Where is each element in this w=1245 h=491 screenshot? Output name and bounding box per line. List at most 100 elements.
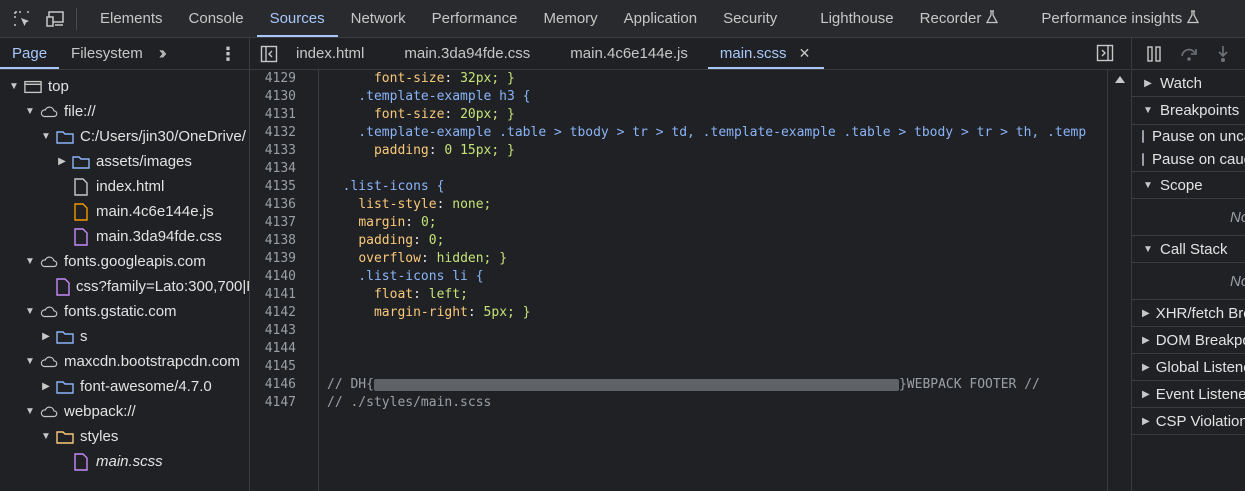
css-value: 32px; }: [460, 71, 515, 86]
debugger-controls: [1132, 38, 1245, 70]
section-label: Scope: [1160, 176, 1203, 194]
call-stack-empty: Not paused: [1132, 263, 1245, 300]
line-number: 4135: [264, 179, 296, 194]
file-tab[interactable]: main.3da94fde.css: [384, 38, 550, 69]
expand-triangle-icon: ▼: [1143, 105, 1153, 116]
css-value: 5px; }: [483, 305, 531, 320]
css-property: font-size: [373, 71, 445, 86]
tab-filesystem[interactable]: Filesystem: [59, 38, 155, 69]
section-scope[interactable]: ▼ Scope: [1132, 172, 1245, 199]
tab-recorder-label: Recorder: [919, 10, 982, 27]
cloud-icon: [40, 403, 58, 421]
section-call-stack[interactable]: ▼ Call Stack: [1132, 236, 1245, 263]
section-label: DOM Breakpoints: [1155, 331, 1245, 349]
tree-item-file[interactable]: main.scss: [0, 449, 249, 474]
section-dom-breakpoints[interactable]: ▶ DOM Breakpoints: [1132, 327, 1245, 354]
collapse-triangle-icon: ▶: [1142, 361, 1150, 373]
code-line: .template-example .table > tbody > tr > …: [327, 125, 1087, 140]
code-line: .template-example h3 {: [327, 89, 531, 104]
pause-icon[interactable]: [1142, 44, 1166, 64]
section-label: CSP Violation Breakpoints: [1155, 412, 1245, 430]
toggle-navigator-icon[interactable]: [260, 45, 278, 63]
tree-item-origin[interactable]: ▼ fonts.googleapis.com: [0, 249, 249, 274]
more-tabs-chevron-icon[interactable]: ››: [155, 43, 167, 64]
line-number: 4132: [264, 125, 296, 140]
tab-page[interactable]: Page: [0, 38, 60, 69]
tree-item-folder[interactable]: ▶ assets/images: [0, 149, 249, 174]
experimental-flask-icon: [1187, 9, 1200, 28]
tree-item-label: main.scss: [96, 453, 163, 470]
code-line: margin: 0;: [358, 215, 437, 230]
checkbox[interactable]: [1142, 153, 1144, 166]
collapse-triangle-icon: ▶: [1142, 388, 1150, 400]
line-number: 4140: [264, 269, 296, 284]
tree-item-folder[interactable]: ▶ font-awesome/4.7.0: [0, 374, 249, 399]
section-xhr-breakpoints[interactable]: ▶ XHR/fetch Breakpoints: [1132, 300, 1245, 327]
line-number: 4144: [264, 341, 296, 356]
tree-item-folder[interactable]: ▶ s: [0, 324, 249, 349]
collapse-triangle-icon: ▶: [1144, 77, 1152, 89]
folder-icon: [72, 153, 90, 171]
device-toolbar-icon[interactable]: [46, 9, 66, 29]
inspect-element-icon[interactable]: [12, 9, 32, 29]
file-tab[interactable]: main.4c6e144e.js: [550, 38, 708, 69]
section-breakpoints[interactable]: ▼ Breakpoints: [1132, 97, 1245, 124]
comment-suffix: }WEBPACK FOOTER //: [898, 377, 1040, 392]
tree-item-origin[interactable]: ▼ webpack://: [0, 399, 249, 424]
collapse-triangle-icon: ▶: [42, 331, 50, 342]
toggle-debugger-icon[interactable]: [1096, 44, 1114, 62]
vertical-scrollbar[interactable]: [1107, 70, 1130, 491]
tree-item-file[interactable]: main.4c6e144e.js: [0, 199, 249, 224]
collapse-triangle-icon: ▶: [42, 381, 50, 392]
css-property: padding: [358, 233, 414, 248]
tree-item-origin[interactable]: ▼ fonts.gstatic.com: [0, 299, 249, 324]
checkbox[interactable]: [1142, 130, 1144, 143]
close-tab-icon[interactable]: ✕: [799, 45, 811, 62]
step-over-icon[interactable]: [1177, 44, 1201, 64]
tab-memory[interactable]: Memory: [531, 0, 611, 37]
css-property: margin: [358, 215, 406, 230]
tree-item-folder[interactable]: ▼ C:/Users/jin30/OneDrive/: [0, 124, 249, 149]
tab-application[interactable]: Application: [611, 0, 710, 37]
section-watch[interactable]: ▶ Watch: [1132, 70, 1245, 97]
tab-security[interactable]: Security: [710, 0, 790, 37]
expand-triangle-icon: ▼: [25, 256, 35, 267]
code-area[interactable]: 4129 4130 4131 4132 4133 4134 4135 4136 …: [250, 70, 1130, 491]
line-number: 4138: [264, 233, 296, 248]
tree-item-top[interactable]: ▼ top: [0, 74, 249, 99]
tab-elements[interactable]: Elements: [87, 0, 176, 37]
tab-network[interactable]: Network: [338, 0, 419, 37]
file-tab[interactable]: index.html: [286, 38, 384, 69]
line-number: 4147: [264, 395, 296, 410]
section-global-listeners[interactable]: ▶ Global Listeners: [1132, 354, 1245, 381]
more-options-icon[interactable]: ⋮: [219, 44, 237, 65]
tree-item-label: s: [80, 328, 88, 345]
tree-item-file[interactable]: css?family=Lato:300,700|F: [0, 274, 249, 299]
section-csp-violation-breakpoints[interactable]: ▶ CSP Violation Breakpoints: [1132, 408, 1245, 435]
tab-performance-insights-label: Performance insights: [1041, 10, 1183, 27]
tree-item-origin[interactable]: ▼ file://: [0, 99, 249, 124]
tree-item-origin[interactable]: ▼ maxcdn.bootstrapcdn.com: [0, 349, 249, 374]
tree-item-file[interactable]: index.html: [0, 174, 249, 199]
tab-recorder[interactable]: Recorder: [907, 0, 1012, 37]
scroll-up-arrow-icon[interactable]: [1115, 76, 1125, 83]
step-into-icon[interactable]: [1211, 44, 1235, 64]
pause-caught-checkbox[interactable]: Pause on caught exceptions: [1132, 148, 1245, 172]
tree-item-file[interactable]: main.3da94fde.css: [0, 224, 249, 249]
tab-performance[interactable]: Performance: [419, 0, 531, 37]
tree-item-folder[interactable]: ▼ styles: [0, 424, 249, 449]
pause-uncaught-checkbox[interactable]: Pause on uncaught exceptions: [1132, 124, 1245, 148]
file-tab-active[interactable]: main.scss ✕: [707, 38, 825, 69]
cloud-icon: [40, 253, 58, 271]
tab-performance-insights[interactable]: Performance insights: [1011, 0, 1212, 37]
code-line: .list-icons li {: [327, 269, 484, 284]
line-number: 4136: [264, 197, 296, 212]
tab-console[interactable]: Console: [176, 0, 257, 37]
tab-lighthouse[interactable]: Lighthouse: [790, 0, 906, 37]
section-event-listener-breakpoints[interactable]: ▶ Event Listener Breakpoints: [1132, 381, 1245, 408]
line-number: 4139: [264, 251, 296, 266]
tab-sources[interactable]: Sources: [256, 0, 338, 37]
tree-item-label: main.3da94fde.css: [96, 228, 222, 245]
